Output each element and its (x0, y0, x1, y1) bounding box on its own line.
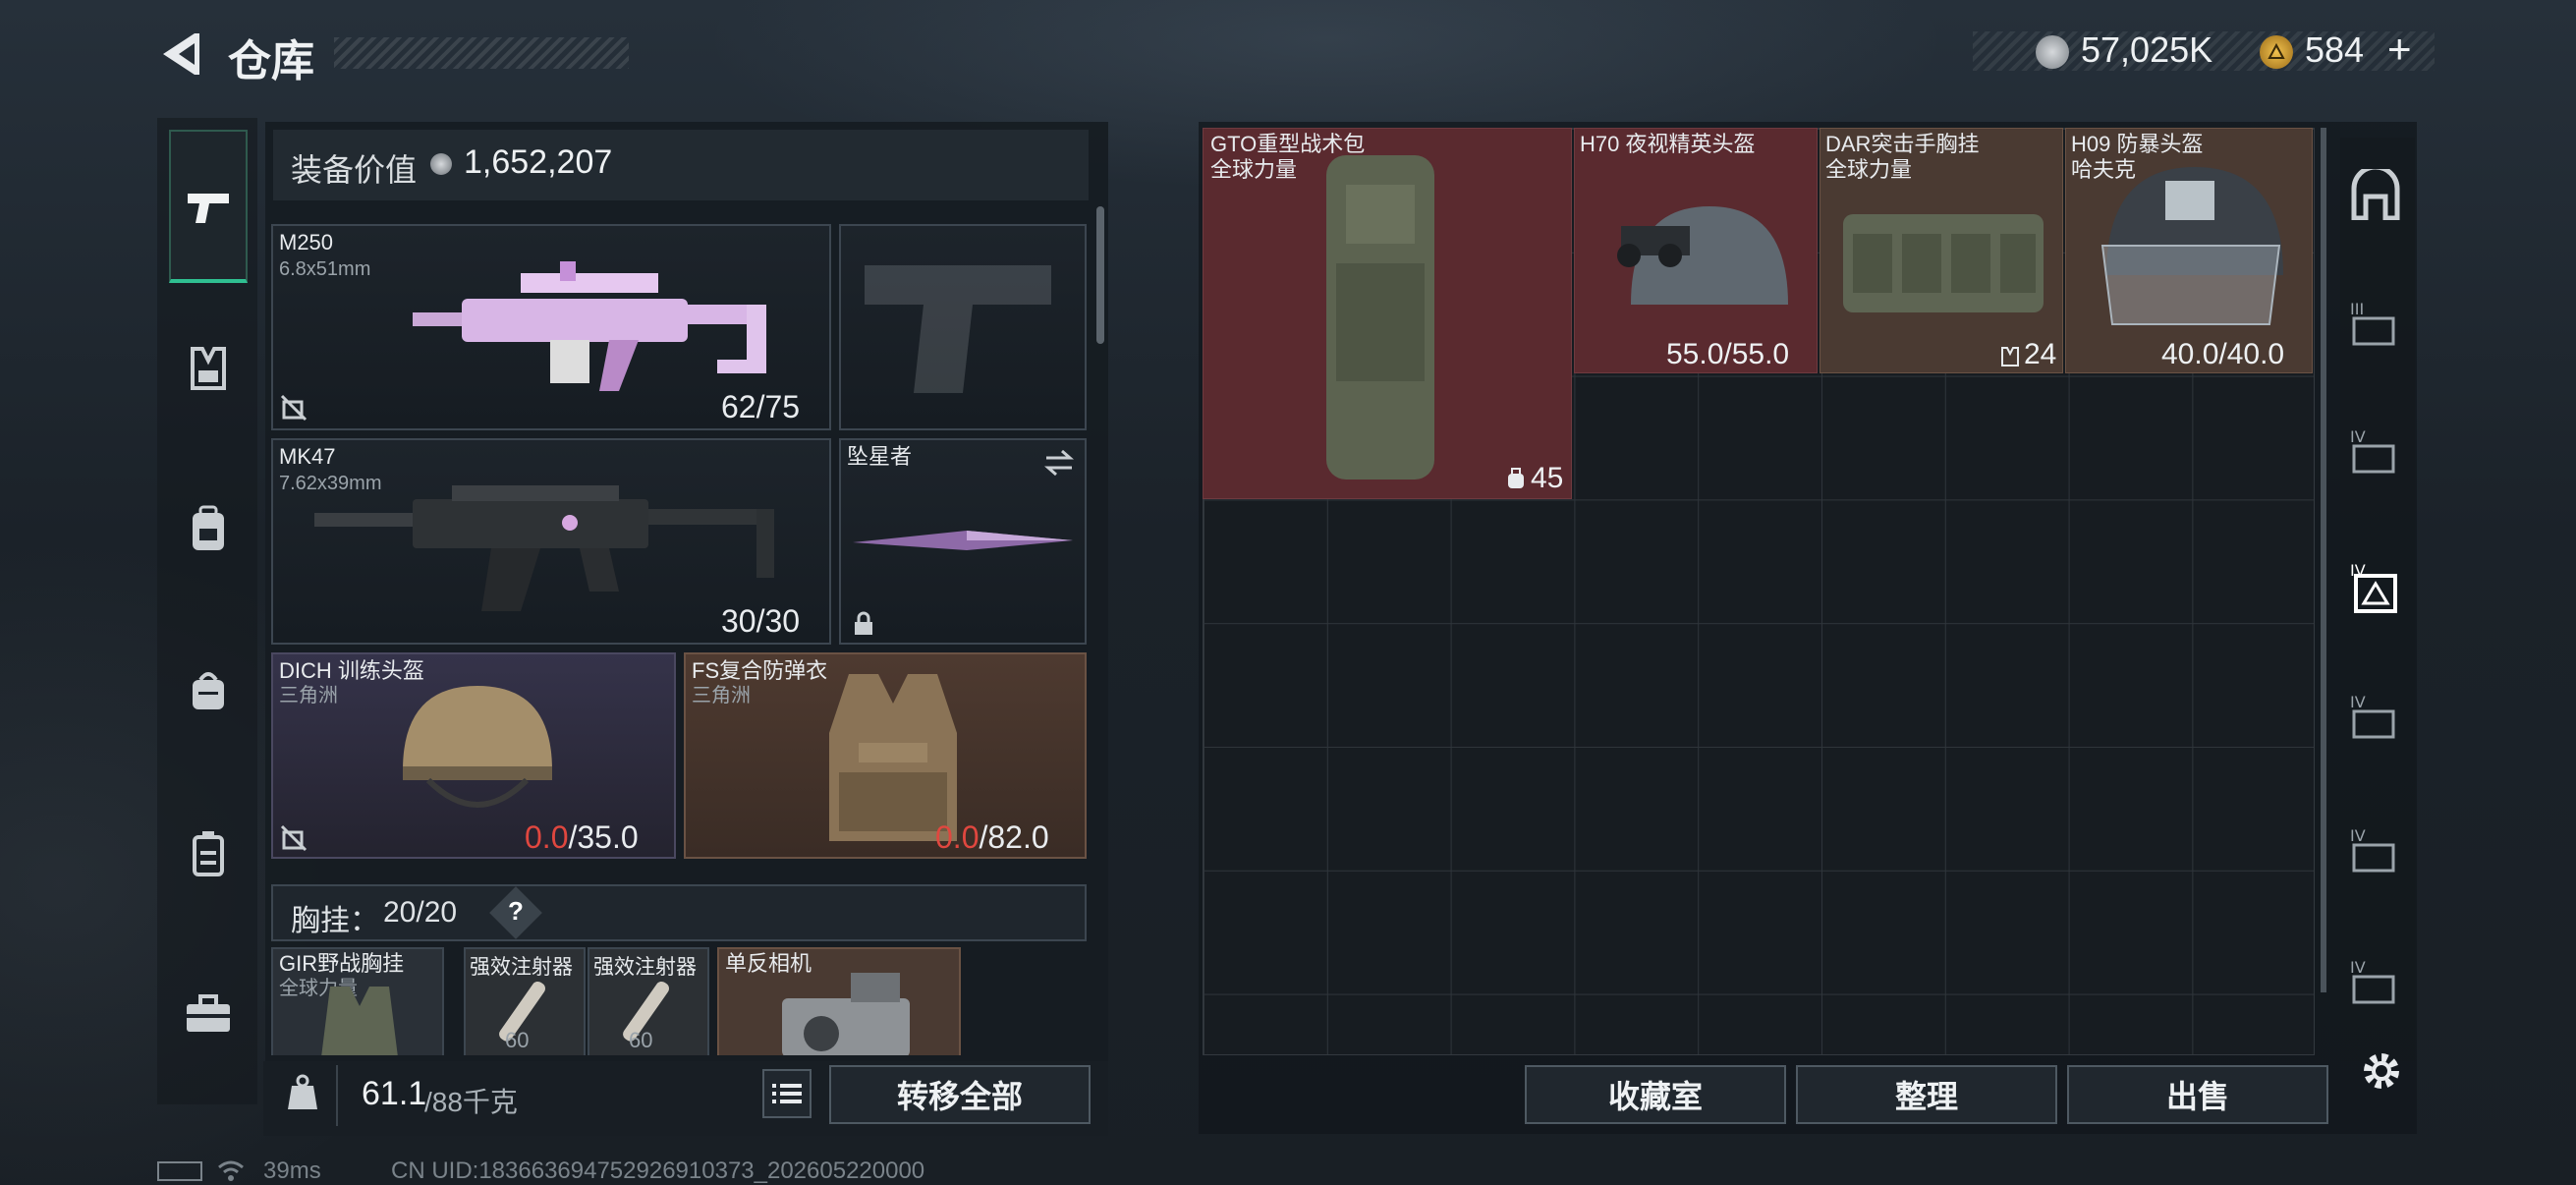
silver-currency-value: 57,025K (2081, 29, 2213, 70)
divider (336, 1065, 338, 1126)
chest-rig-image (1833, 185, 2053, 322)
chest-rig-icon[interactable] (177, 342, 240, 395)
battery-icon (157, 1161, 202, 1181)
stash-item-name: H70 夜视精英头盔 (1580, 132, 1756, 156)
camera-image (772, 969, 920, 1055)
armor-durability: 0.0/82.0 (935, 819, 1049, 855)
silver-coin-icon (430, 153, 452, 175)
weight-icon (285, 1073, 320, 1112)
riot-helmet-image (2087, 157, 2293, 334)
melee-name: 坠星者 (847, 444, 913, 469)
equipment-scrollbar[interactable] (1096, 206, 1104, 344)
transfer-all-button[interactable]: 转移全部 (829, 1065, 1091, 1124)
no-insure-icon (277, 393, 310, 423)
gold-currency-value: 584 (2305, 29, 2365, 70)
secondary-weapon-ammo: 30/30 (721, 603, 801, 639)
chest-rig-item-value: 60 (629, 1028, 653, 1052)
ping-value: 39ms (263, 1157, 321, 1184)
svg-text:IV: IV (2350, 958, 2366, 977)
nvg-helmet-image (1601, 167, 1798, 334)
svg-text:IV: IV (2350, 826, 2366, 845)
swap-arrows-icon[interactable] (1039, 446, 1079, 480)
helmet-durability: 0.0/35.0 (525, 819, 639, 855)
pouch-icon[interactable] (177, 664, 240, 715)
equipment-value: 1,652,207 (464, 143, 613, 181)
stash-item-stat: 40.0/40.0 (2161, 338, 2285, 370)
sell-button[interactable]: 出售 (2067, 1065, 2328, 1124)
primary-weapon-name: M250 (279, 230, 334, 254)
gold-coin-icon (2260, 35, 2293, 69)
chest-rig-item-name: 强效注射器 (470, 956, 573, 979)
chest-rig-capacity: 20/20 (383, 896, 458, 929)
rig-capacity-icon (1998, 344, 2022, 369)
backpack-image (1307, 145, 1454, 489)
no-insure-icon (277, 823, 310, 853)
toolbox-icon[interactable] (177, 987, 240, 1042)
silver-coin-icon (2036, 35, 2069, 69)
lock-icon (849, 609, 878, 639)
page-title: 仓库 (228, 37, 314, 85)
armor-origin: 三角洲 (692, 685, 751, 706)
falling-star-knife-image (849, 521, 1077, 560)
stash-item-sub: 全球力量 (1825, 157, 1913, 182)
helmet-image (389, 672, 566, 839)
add-gold-button[interactable]: + (2387, 26, 2412, 73)
stash-page-4a-icon[interactable]: IV (2344, 423, 2407, 481)
m250-rifle-image (413, 254, 806, 401)
wifi-icon (216, 1157, 246, 1183)
svg-text:IV: IV (2350, 427, 2366, 446)
back-arrow-icon[interactable] (153, 28, 202, 81)
chest-rig-item-name: 强效注射器 (593, 956, 697, 979)
equipment-value-label: 装备价值 (291, 152, 418, 188)
stash-home-icon[interactable] (2344, 165, 2407, 224)
stash-page-3-icon[interactable]: III (2344, 295, 2407, 354)
pistol-icon (177, 183, 240, 232)
backpack-capacity-icon (1503, 466, 1529, 491)
backpack-icon[interactable] (177, 501, 240, 556)
pistol-silhouette-icon (855, 246, 1071, 403)
stash-item-name: H09 防暴头盔 (2071, 132, 2204, 156)
stash-item-stat: 45 (1531, 462, 1564, 494)
title-decoration (334, 37, 629, 69)
stash-page-4d-icon[interactable]: IV (2344, 821, 2407, 880)
helmet-origin: 三角洲 (279, 685, 338, 706)
svg-text:III: III (2350, 300, 2364, 318)
stash-page-4c-icon[interactable]: IV (2344, 688, 2407, 747)
stash-item-stat: 55.0/55.0 (1666, 338, 1790, 370)
case-icon[interactable] (177, 825, 240, 880)
stash-item-stat: 24 (2024, 338, 2057, 370)
chest-rig-item-value: 60 (505, 1028, 530, 1052)
sort-button[interactable]: 整理 (1796, 1065, 2057, 1124)
stash-item-sub: 全球力量 (1210, 157, 1298, 182)
weight-max: /88千克 (424, 1087, 518, 1117)
stash-page-4b-icon-selected[interactable]: IV (2344, 556, 2407, 619)
weight-current: 61.1 (362, 1075, 427, 1112)
list-view-button[interactable] (762, 1069, 812, 1118)
primary-weapon-caliber: 6.8x51mm (279, 258, 371, 280)
chest-rig-label: 胸挂： (291, 905, 379, 937)
primary-weapon-ammo: 62/75 (721, 389, 801, 424)
rig-image (310, 977, 409, 1055)
collection-room-button[interactable]: 收藏室 (1525, 1065, 1786, 1124)
settings-gear-icon[interactable] (2354, 1044, 2409, 1099)
user-uid: CN UID:183663694752926910373_20260522000… (391, 1157, 925, 1184)
armor-name: FS复合防弹衣 (692, 658, 828, 683)
chest-rig-item-name: GIR野战胸挂 (279, 951, 405, 976)
svg-text:IV: IV (2350, 693, 2366, 711)
chest-rig-items: GIR野战胸挂 全球力量 强效注射器 60 强效注射器 60 单反相机 (271, 947, 1034, 1055)
stash-scrollbar[interactable] (2321, 128, 2326, 992)
stash-item-name: DAR突击手胸挂 (1825, 132, 1980, 156)
stash-page-4e-icon[interactable]: IV (2344, 953, 2407, 1012)
help-icon-label: ? (508, 896, 524, 926)
